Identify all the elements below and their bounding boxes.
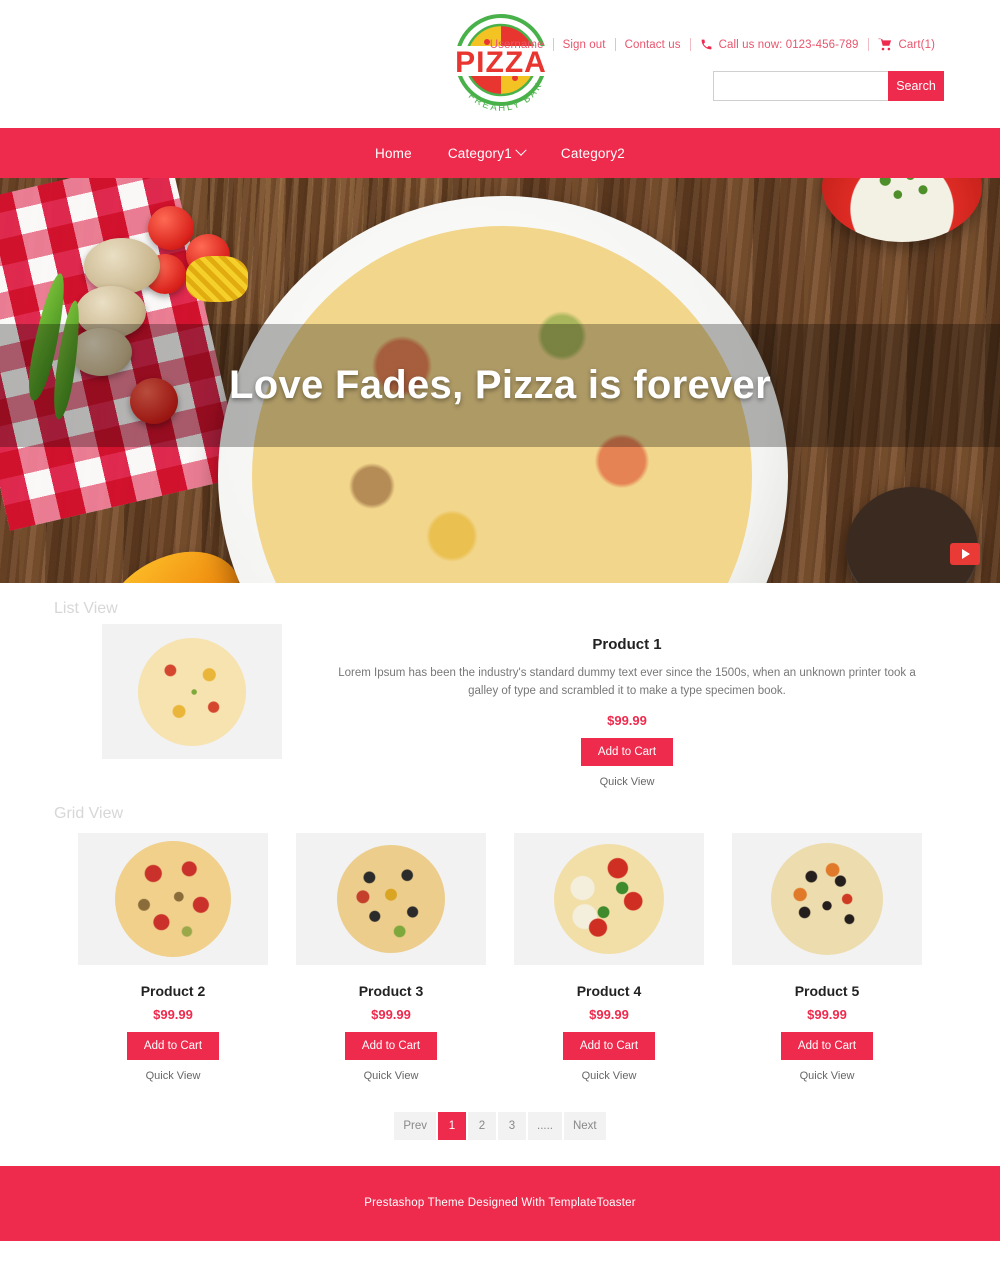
- pizza-image: [337, 844, 445, 953]
- product-image[interactable]: [514, 832, 704, 965]
- quick-view-link[interactable]: Quick View: [732, 1070, 922, 1082]
- nav-item-category1[interactable]: Category1: [430, 144, 543, 161]
- cart-link[interactable]: Cart(1): [869, 38, 944, 51]
- pizza-image: [554, 843, 664, 954]
- link-contact-us[interactable]: Contact us: [616, 39, 690, 51]
- pagination: Prev 1 2 3 ..... Next: [0, 1082, 1000, 1166]
- search-input[interactable]: [713, 71, 888, 101]
- pagination-page-3[interactable]: 3: [498, 1111, 526, 1140]
- link-username[interactable]: Username: [481, 39, 553, 51]
- add-to-cart-button[interactable]: Add to Cart: [344, 1031, 438, 1060]
- nav-label: Category2: [560, 145, 625, 161]
- hero-caption: Love Fades, Pizza is forever: [229, 363, 771, 407]
- nav-label: Home: [375, 145, 412, 161]
- cart-icon: [877, 38, 893, 51]
- pizza-logo-icon: PIZZA FREAHLY BAKED: [443, 12, 553, 114]
- footer-text: Prestashop Theme Designed With TemplateT…: [364, 1197, 636, 1210]
- pagination-ellipsis[interactable]: .....: [528, 1111, 562, 1140]
- site-header: PIZZA FREAHLY BAKED Username Sign out Co…: [0, 0, 1000, 128]
- cart-label: Cart(1): [898, 38, 935, 51]
- quick-view-link[interactable]: Quick View: [78, 1070, 268, 1082]
- product-name: Product 2: [140, 982, 206, 999]
- quick-view-link[interactable]: Quick View: [310, 776, 944, 788]
- pagination-page-2[interactable]: 2: [468, 1111, 496, 1140]
- product-price: $99.99: [807, 1006, 847, 1022]
- mushroom: [84, 238, 160, 294]
- pizza-image: [771, 842, 883, 955]
- nav-item-home[interactable]: Home: [357, 146, 430, 161]
- add-to-cart-button[interactable]: Add to Cart: [126, 1031, 220, 1060]
- hero-banner: Love Fades, Pizza is forever: [0, 178, 1000, 583]
- grid-view-section: Product 2 $99.99 Add to Cart Quick View …: [0, 829, 1000, 1082]
- link-sign-out[interactable]: Sign out: [554, 39, 615, 51]
- grid-view-title: Grid View: [54, 804, 124, 822]
- site-footer: Prestashop Theme Designed With TemplateT…: [0, 1165, 1000, 1241]
- pagination-prev[interactable]: Prev: [394, 1111, 436, 1140]
- site-logo[interactable]: PIZZA FREAHLY BAKED: [443, 12, 559, 116]
- product-price: $99.99: [589, 1006, 629, 1022]
- list-view-section: Product 1 Lorem Ipsum has been the indus…: [0, 624, 1000, 788]
- pagination-page-1[interactable]: 1: [438, 1111, 466, 1140]
- list-product-description: Lorem Ipsum has been the industry's stan…: [338, 667, 916, 697]
- pagination-next[interactable]: Next: [563, 1111, 606, 1140]
- pizza-image: [138, 637, 246, 746]
- list-product-price: $99.99: [607, 712, 647, 728]
- product-card: Product 2 $99.99 Add to Cart Quick View: [78, 832, 268, 1082]
- product-name: Product 4: [576, 982, 642, 999]
- product-card: Product 3 $99.99 Add to Cart Quick View: [296, 832, 486, 1082]
- list-product-name: Product 1: [592, 636, 662, 653]
- phone-icon: [700, 38, 713, 51]
- pizza-image: [115, 840, 231, 957]
- list-product-info: Product 1 Lorem Ipsum has been the indus…: [282, 624, 944, 788]
- nav-item-category2[interactable]: Category2: [543, 146, 643, 161]
- corn-kernels: [186, 256, 248, 302]
- main-nav: Home Category1 Category2: [0, 128, 1000, 178]
- add-to-cart-button[interactable]: Add to Cart: [780, 1031, 874, 1060]
- product-name: Product 5: [794, 982, 860, 999]
- tomato: [148, 206, 194, 250]
- add-to-cart-button[interactable]: Add to Cart: [580, 737, 674, 766]
- header-top-links: Username Sign out Contact us Call us now…: [481, 38, 944, 51]
- quick-view-link[interactable]: Quick View: [296, 1070, 486, 1082]
- nav-label: Category1: [447, 145, 512, 161]
- link-call-us[interactable]: Call us now: 0123-456-789: [691, 38, 868, 51]
- product-image[interactable]: [78, 832, 268, 965]
- product-image[interactable]: [732, 832, 922, 965]
- search-button[interactable]: Search: [888, 71, 944, 101]
- product-price: $99.99: [153, 1006, 193, 1022]
- play-icon[interactable]: [950, 543, 980, 565]
- product-image[interactable]: [296, 832, 486, 965]
- quick-view-link[interactable]: Quick View: [514, 1070, 704, 1082]
- list-view-title: List View: [54, 600, 118, 617]
- product-name: Product 3: [358, 982, 424, 999]
- page-root: PIZZA FREAHLY BAKED Username Sign out Co…: [0, 0, 1000, 1241]
- add-to-cart-button[interactable]: Add to Cart: [562, 1031, 656, 1060]
- chevron-down-icon: [515, 144, 527, 156]
- product-card: Product 5 $99.99 Add to Cart Quick View: [732, 832, 922, 1082]
- search-bar: Search: [713, 71, 944, 101]
- call-us-label: Call us now: 0123-456-789: [718, 38, 859, 51]
- product-card: Product 4 $99.99 Add to Cart Quick View: [514, 832, 704, 1082]
- list-product-image[interactable]: [102, 624, 282, 759]
- product-price: $99.99: [371, 1006, 411, 1022]
